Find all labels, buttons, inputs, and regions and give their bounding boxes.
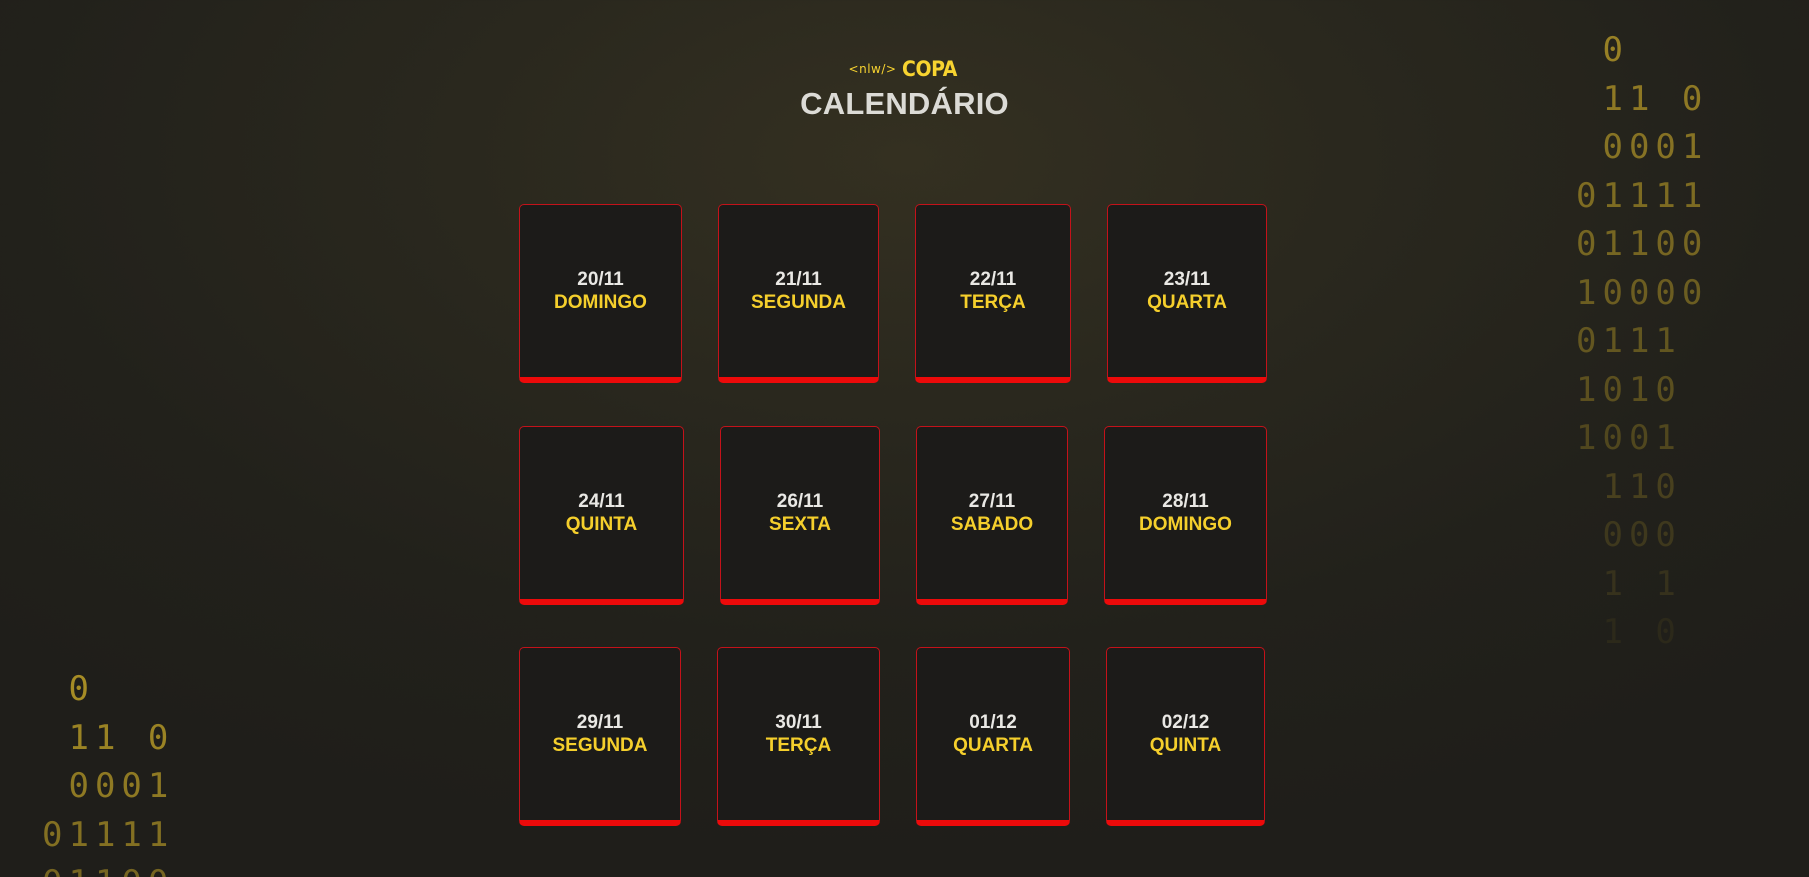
day-card[interactable]: 23/11 QUARTA [1107, 204, 1267, 383]
binary-row: 0111 [1576, 321, 1709, 361]
binary-row: 1 1 [1576, 563, 1709, 604]
page-header: <nlw/> COPA CALENDÁRIO [0, 54, 1809, 122]
day-card[interactable]: 24/11 QUINTA [519, 426, 684, 605]
binary-row: 0 [1576, 30, 1709, 70]
day-card-weekday: SEGUNDA [750, 291, 846, 313]
day-card[interactable]: 27/11 SABADO [916, 426, 1068, 605]
day-card-weekday: QUARTA [1147, 291, 1227, 313]
day-card[interactable]: 30/11 TERÇA [717, 647, 880, 826]
binary-row: 01111 [1576, 175, 1709, 216]
binary-row: 11 0 [1576, 78, 1709, 119]
binary-row: 1 0 [1576, 612, 1709, 652]
binary-row: 0001 [1576, 127, 1709, 167]
day-card[interactable]: 21/11 SEGUNDA [718, 204, 879, 383]
binary-row: 0 [42, 669, 175, 709]
day-card[interactable]: 26/11 SEXTA [720, 426, 880, 605]
day-card-date: 21/11 [775, 268, 822, 290]
logo-tag: <nlw/> [848, 62, 897, 76]
day-card-date: 20/11 [577, 268, 624, 290]
day-card-date: 28/11 [1162, 490, 1209, 512]
binary-row: 01111 [42, 814, 175, 855]
binary-row: 110 [1576, 466, 1709, 507]
day-card-date: 27/11 [968, 490, 1016, 512]
day-card[interactable]: 28/11 DOMINGO [1104, 426, 1267, 605]
binary-row: 01100 [1576, 224, 1709, 264]
binary-row: 01100 [42, 859, 174, 877]
day-card[interactable]: 02/12 QUINTA [1106, 647, 1265, 826]
day-card-weekday: DOMINGO [1139, 513, 1232, 535]
binary-decoration-left: 0 11 0 0001 01111 01100 [42, 665, 174, 877]
day-card-date: 29/11 [576, 711, 624, 733]
day-card-date: 22/11 [969, 268, 1017, 290]
day-card-weekday: QUINTA [565, 513, 638, 535]
day-card-date: 26/11 [776, 490, 824, 512]
binary-row: 1001 [1576, 418, 1709, 458]
binary-row: 10000 [1576, 272, 1709, 313]
page-title: CALENDÁRIO [800, 86, 1009, 121]
day-card-date: 24/11 [578, 490, 625, 512]
day-card-weekday: QUARTA [953, 734, 1033, 756]
day-card[interactable]: 20/11 DOMINGO [519, 204, 682, 383]
day-card-weekday: TERÇA [960, 291, 1026, 313]
day-card[interactable]: 01/12 QUARTA [916, 647, 1070, 826]
binary-row: 000 [1576, 515, 1709, 555]
day-card[interactable]: 29/11 SEGUNDA [519, 647, 681, 826]
day-card-date: 01/12 [969, 711, 1017, 733]
day-card-date: 30/11 [775, 711, 822, 733]
nlw-copa-logo: <nlw/> COPA [849, 54, 961, 80]
day-card[interactable]: 22/11 TERÇA [915, 204, 1071, 383]
logo-name: COPA [902, 57, 958, 81]
day-card-weekday: QUINTA [1149, 734, 1222, 756]
day-card-date: 23/11 [1163, 268, 1211, 290]
day-card-weekday: DOMINGO [554, 291, 647, 313]
day-card-weekday: SEGUNDA [552, 734, 648, 756]
day-card-weekday: SABADO [950, 513, 1034, 535]
binary-row: 1010 [1576, 369, 1709, 410]
day-card-date: 02/12 [1161, 711, 1210, 733]
day-card-weekday: TERÇA [765, 734, 832, 756]
binary-decoration-right: 0 11 0 0001 01111 01100 10000 0111 1010 1001… [1576, 26, 1708, 657]
binary-row: 11 0 [42, 717, 175, 758]
day-card-weekday: SEXTA [769, 513, 831, 535]
binary-row: 0001 [42, 766, 175, 806]
